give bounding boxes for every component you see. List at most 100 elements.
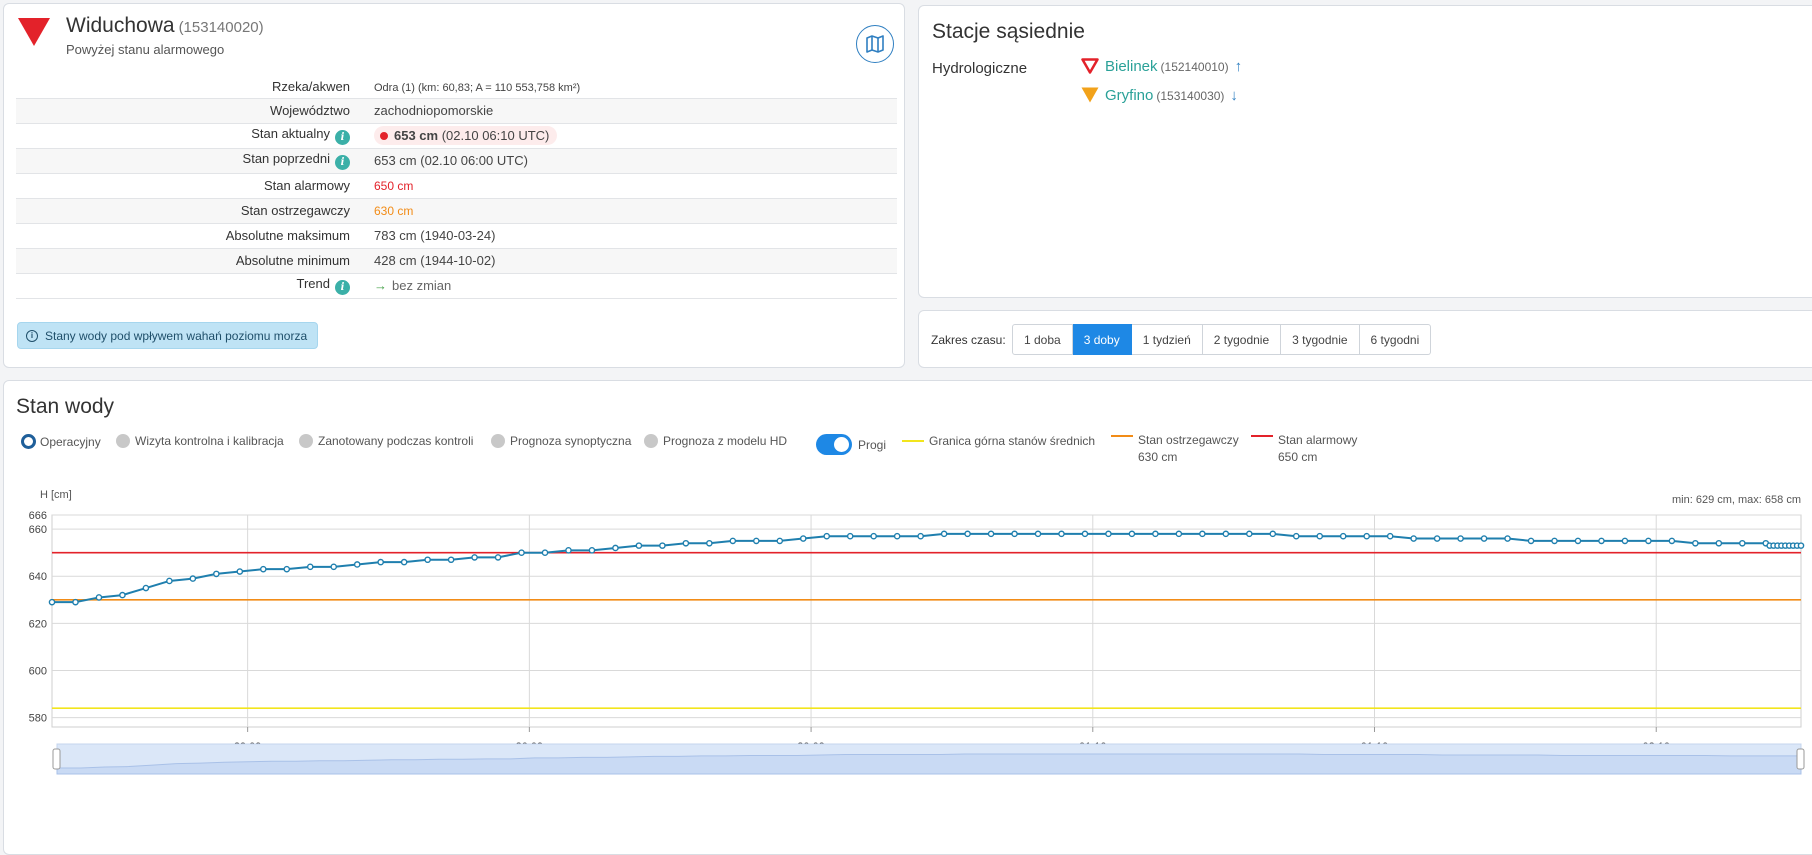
- data-point: [1292, 532, 1300, 540]
- data-point: [1081, 530, 1089, 538]
- time-range-label: Zakres czasu:: [931, 333, 1006, 347]
- data-point: [893, 532, 901, 540]
- y-tick-label: 640: [29, 571, 47, 583]
- plot-border: [51, 514, 1802, 728]
- info-icon[interactable]: i: [335, 155, 350, 170]
- time-range-card: Zakres czasu: 1 doba 3 doby 1 tydzień 2 …: [918, 310, 1812, 368]
- range-1-day-button[interactable]: 1 doba: [1012, 324, 1073, 355]
- y-tick-label: 580: [29, 713, 47, 725]
- range-6-weeks-button[interactable]: 6 tygodni: [1359, 324, 1432, 355]
- data-point: [119, 591, 126, 599]
- chart-grid: 58060062064066066629.0912:0030.0900:0030…: [29, 510, 1802, 767]
- data-point: [259, 565, 267, 573]
- data-point: [1316, 532, 1324, 540]
- data-point: [1480, 535, 1488, 542]
- station-status: Powyżej stanu alarmowego: [66, 42, 225, 57]
- row-value: zachodniopomorskie: [362, 98, 897, 124]
- data-point: [799, 535, 807, 542]
- data-point: [400, 558, 408, 566]
- info-circle-icon: i: [26, 329, 38, 342]
- alarm-triangle-outline-icon: [1081, 58, 1099, 74]
- data-point: [48, 598, 56, 606]
- data-point: [1739, 539, 1746, 547]
- data-point: [377, 558, 384, 566]
- alarm-triangle-icon: [18, 18, 50, 46]
- data-point: [424, 556, 431, 564]
- row-value: 653 cm (02.10 06:10 UTC): [362, 123, 897, 149]
- status-dot-icon: [380, 132, 388, 140]
- y-tick-label: 666: [29, 510, 47, 522]
- row-warning-level: Stan ostrzegawczy 630 cm: [16, 198, 897, 224]
- data-point: [494, 554, 502, 561]
- data-point: [1105, 530, 1112, 538]
- data-point: [565, 547, 572, 554]
- row-alarm-level: Stan alarmowy 650 cm: [16, 173, 897, 199]
- row-label: Stan ostrzegawczy: [16, 198, 362, 224]
- arrow-down-icon: ↓: [1230, 87, 1238, 104]
- data-point: [471, 554, 478, 561]
- data-point: [353, 561, 361, 568]
- data-point: [95, 594, 103, 601]
- data-point: [823, 532, 831, 540]
- data-point: [1715, 539, 1723, 547]
- data-point: [1034, 530, 1042, 538]
- data-point: [1175, 530, 1183, 538]
- y-tick-label: 660: [29, 524, 47, 536]
- data-point: [1692, 539, 1699, 547]
- navigator-left-handle: [52, 748, 61, 770]
- y-tick-label: 620: [29, 618, 47, 630]
- neighbor-station-link[interactable]: Bielinek (152140010) ↑: [1081, 58, 1242, 75]
- data-point: [1152, 530, 1159, 538]
- neighbor-station-link[interactable]: Gryfino (153140030) ↓: [1081, 87, 1238, 104]
- range-3-weeks-button[interactable]: 3 tygodnie: [1281, 324, 1360, 355]
- data-point: [635, 542, 643, 549]
- data-point: [612, 544, 619, 552]
- neighbors-category: Hydrologiczne: [932, 60, 1028, 77]
- data-point: [1269, 530, 1277, 538]
- chart-navigator[interactable]: [52, 743, 1805, 775]
- neighbors-card: Stacje sąsiednie Hydrologiczne Bielinek(…: [918, 5, 1812, 298]
- row-previous-level: Stan poprzedni i 653 cm (02.10 06:00 UTC): [16, 148, 897, 174]
- data-point: [1433, 535, 1441, 542]
- data-point: [1246, 530, 1253, 538]
- y-tick-label: 600: [29, 665, 47, 677]
- range-1-week-button[interactable]: 1 tydzień: [1131, 324, 1203, 355]
- data-point: [1598, 537, 1605, 545]
- data-point: [541, 549, 549, 556]
- range-3-days-button[interactable]: 3 doby: [1072, 324, 1132, 355]
- water-level-card: Stan wody Operacyjny Wizyta kontrolna i …: [3, 380, 1812, 855]
- row-label: Stan alarmowy: [16, 173, 362, 199]
- row-value: 653 cm (02.10 06:00 UTC): [362, 148, 897, 174]
- navigator-right-handle: [1796, 748, 1805, 770]
- row-river: Rzeka/akwen Odra (1) (km: 60,83; A = 110…: [16, 76, 897, 99]
- data-point: [1621, 537, 1629, 545]
- row-value: 428 cm (1944-10-02): [362, 248, 897, 274]
- data-point: [752, 537, 760, 545]
- min-max-label: min: 629 cm, max: 658 cm: [1672, 494, 1801, 506]
- data-point: [213, 570, 220, 578]
- row-label: Trend i: [16, 273, 362, 299]
- data-point: [870, 532, 877, 540]
- station-info-table: Rzeka/akwen Odra (1) (km: 60,83; A = 110…: [16, 76, 897, 299]
- station-name: Widuchowa: [66, 14, 175, 37]
- data-point: [940, 530, 948, 538]
- water-level-chart[interactable]: H [cm] min: 629 cm, max: 658 cm 580 600 62…: [4, 381, 1812, 851]
- row-current-level: Stan aktualny i 653 cm (02.10 06:10 UTC): [16, 123, 897, 149]
- data-point: [964, 530, 971, 538]
- data-point: [1199, 530, 1206, 538]
- row-voivodeship: Województwo zachodniopomorskie: [16, 98, 897, 124]
- info-icon[interactable]: i: [335, 130, 350, 145]
- data-point: [283, 565, 291, 573]
- data-point: [447, 556, 455, 564]
- current-level-badge: 653 cm (02.10 06:10 UTC): [374, 126, 558, 145]
- data-point: [1011, 530, 1018, 538]
- map-button[interactable]: [856, 25, 894, 63]
- data-point: [1410, 535, 1417, 542]
- row-label: Stan aktualny i: [16, 123, 362, 149]
- data-point: [166, 577, 173, 585]
- row-label: Stan poprzedni i: [16, 148, 362, 174]
- data-point: [776, 537, 784, 545]
- info-icon[interactable]: i: [335, 280, 350, 295]
- range-2-weeks-button[interactable]: 2 tygodnie: [1202, 324, 1282, 355]
- data-point: [1386, 532, 1394, 540]
